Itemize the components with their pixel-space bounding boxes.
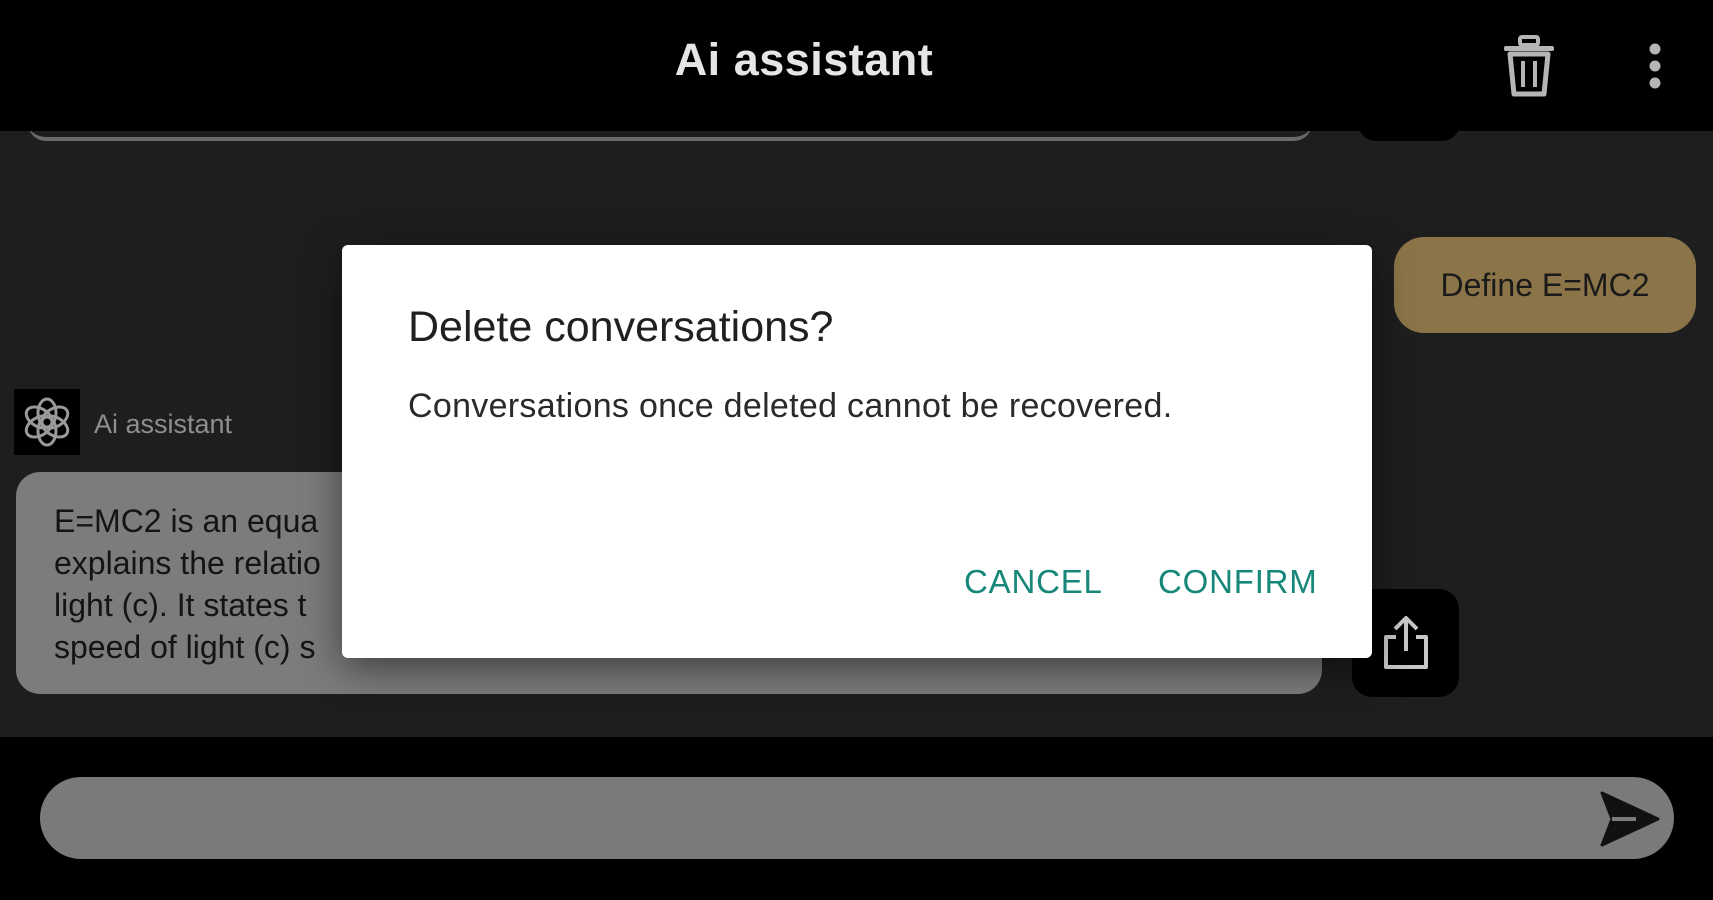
dialog-title: Delete conversations? bbox=[408, 303, 834, 351]
delete-confirmation-dialog: Delete conversations? Conversations once… bbox=[342, 245, 1372, 658]
dialog-message: Conversations once deleted cannot be rec… bbox=[408, 387, 1173, 425]
cancel-button[interactable]: CANCEL bbox=[964, 563, 1103, 601]
confirm-button[interactable]: CONFIRM bbox=[1158, 563, 1318, 601]
